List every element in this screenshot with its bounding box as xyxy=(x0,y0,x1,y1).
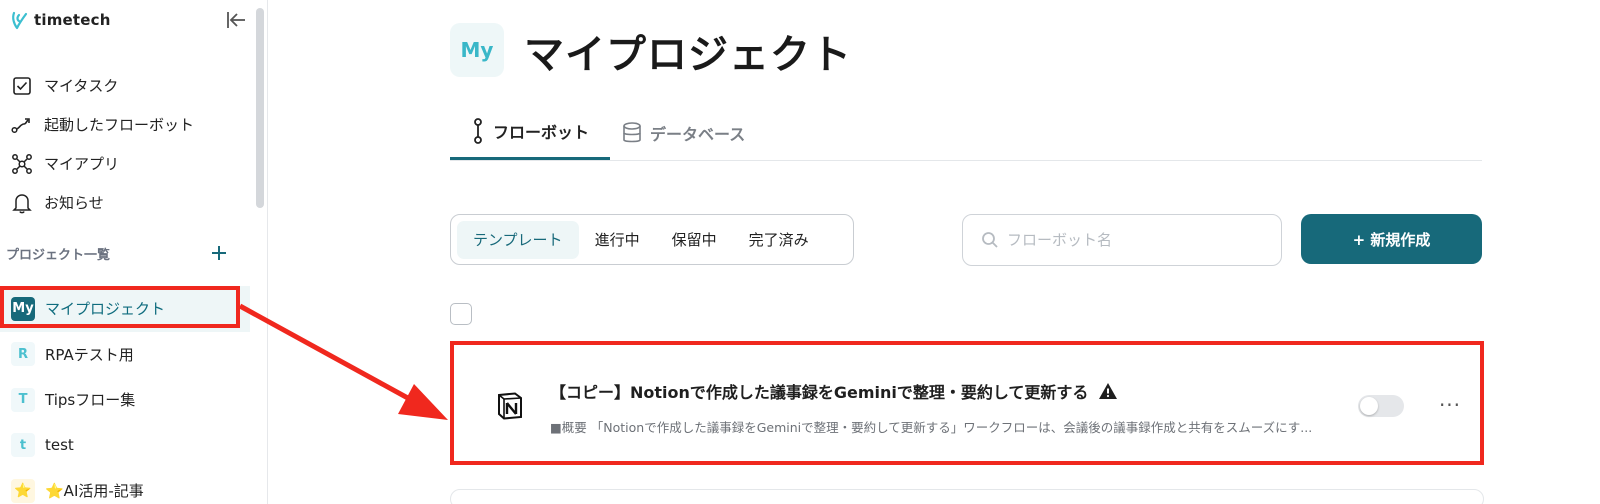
new-flowbot-button[interactable]: + 新規作成 xyxy=(1301,214,1482,264)
project-item-tips-flows[interactable]: T Tipsフロー集 xyxy=(0,377,250,423)
project-list: My マイプロジェクト R RPAテスト用 T Tipsフロー集 t test … xyxy=(0,286,250,504)
nav-label: 起動したフローボット xyxy=(44,116,195,134)
project-badge: R xyxy=(11,342,35,367)
project-badge: T xyxy=(11,387,35,412)
nav-label: お知らせ xyxy=(44,194,104,212)
project-label: マイプロジェクト xyxy=(45,300,166,319)
main-content: My マイプロジェクト フローボット データベース テンプレート 進行中 保留中… xyxy=(268,0,1600,504)
checkbox-icon xyxy=(10,74,34,98)
projects-header: プロジェクト一覧 xyxy=(6,242,230,264)
search-input[interactable] xyxy=(1007,231,1247,249)
sidebar: timetech マイタスク 起動したフローボット マイアプリ お知らせ プロジ… xyxy=(0,0,268,504)
tab-label: フローボット xyxy=(492,123,589,142)
app-logo[interactable]: timetech xyxy=(10,10,111,30)
flowbot-title-row: 【コピー】Notionで作成した議事録をGeminiで整理・要約して更新する xyxy=(550,379,1118,403)
project-badge: ⭐ xyxy=(11,478,35,503)
nav-label: マイアプリ xyxy=(44,155,120,173)
next-flowbot-card[interactable] xyxy=(450,489,1484,504)
filter-on-hold[interactable]: 保留中 xyxy=(656,221,733,259)
notion-icon xyxy=(498,392,522,420)
select-all-checkbox[interactable] xyxy=(450,303,472,325)
sidebar-nav: マイタスク 起動したフローボット マイアプリ お知らせ xyxy=(10,66,194,222)
page-title: マイプロジェクト xyxy=(524,32,852,78)
project-label: RPAテスト用 xyxy=(45,345,134,364)
nav-my-tasks[interactable]: マイタスク xyxy=(10,66,194,105)
project-label: ⭐AI活用-記事 xyxy=(45,482,144,501)
plus-icon xyxy=(212,246,226,260)
flowbot-card[interactable]: 【コピー】Notionで作成した議事録をGeminiで整理・要約して更新する ■… xyxy=(450,341,1484,465)
nav-my-apps[interactable]: マイアプリ xyxy=(10,144,194,183)
flowbot-description: ■概要 「Notionで作成した議事録をGeminiで整理・要約して更新する」ワ… xyxy=(550,420,1313,435)
nav-notifications[interactable]: お知らせ xyxy=(10,183,194,222)
status-filter-group: テンプレート 進行中 保留中 完了済み xyxy=(450,214,854,265)
project-badge: t xyxy=(11,433,35,458)
filter-completed[interactable]: 完了済み xyxy=(733,221,825,259)
route-icon xyxy=(10,113,34,137)
tab-label: データベース xyxy=(650,124,746,144)
collapse-left-icon xyxy=(227,12,245,28)
more-options-button[interactable]: ··· xyxy=(1436,393,1464,417)
project-item-ai-article[interactable]: ⭐ ⭐AI活用-記事 xyxy=(0,468,250,504)
app-root: timetech マイタスク 起動したフローボット マイアプリ お知らせ プロジ… xyxy=(0,0,1600,504)
flowbot-search xyxy=(962,214,1282,266)
timetech-logo-icon xyxy=(12,11,28,30)
project-item-rpa-test[interactable]: R RPAテスト用 xyxy=(0,332,250,378)
add-project-button[interactable] xyxy=(208,242,230,264)
filter-in-progress[interactable]: 進行中 xyxy=(579,221,656,259)
collapse-sidebar-button[interactable] xyxy=(224,8,248,32)
search-icon xyxy=(982,232,998,248)
flowbot-enable-toggle[interactable] xyxy=(1358,395,1404,417)
project-avatar: My xyxy=(450,23,504,77)
sidebar-scrollbar[interactable] xyxy=(256,8,264,208)
ellipsis-icon: ··· xyxy=(1438,393,1462,417)
app-name: timetech xyxy=(34,11,111,29)
apps-network-icon xyxy=(10,152,34,176)
tab-bar: フローボット データベース xyxy=(450,105,1482,161)
bell-icon xyxy=(10,191,34,215)
filter-template[interactable]: テンプレート xyxy=(457,220,579,259)
nav-label: マイタスク xyxy=(44,77,119,95)
project-label: Tipsフロー集 xyxy=(45,391,136,410)
warning-icon[interactable] xyxy=(1098,381,1118,401)
project-item-my-project[interactable]: My マイプロジェクト xyxy=(0,286,250,332)
tab-flowbot[interactable]: フローボット xyxy=(450,105,610,160)
projects-title: プロジェクト一覧 xyxy=(6,247,111,263)
project-item-test[interactable]: t test xyxy=(0,423,250,469)
project-badge: My xyxy=(11,296,35,321)
tab-database[interactable]: データベース xyxy=(622,105,745,160)
flowbot-icon xyxy=(474,118,482,144)
project-label: test xyxy=(45,436,74,455)
database-icon xyxy=(623,121,641,142)
nav-launched-flowbots[interactable]: 起動したフローボット xyxy=(10,105,194,144)
flowbot-title: 【コピー】Notionで作成した議事録をGeminiで整理・要約して更新する xyxy=(550,383,1089,402)
